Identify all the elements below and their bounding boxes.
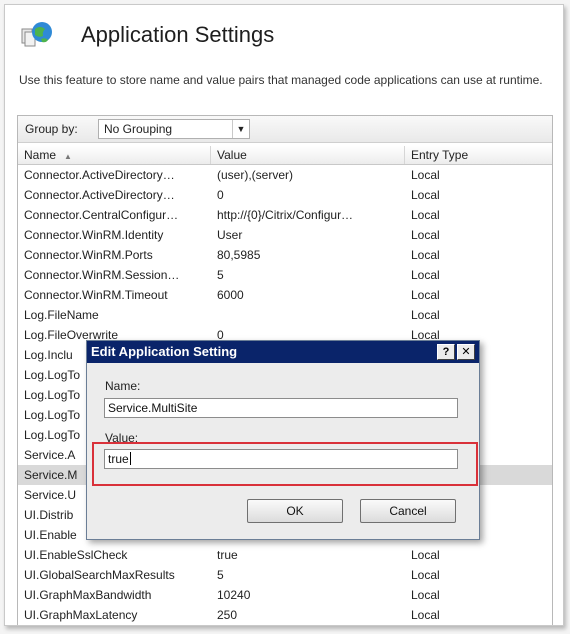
row-value-cell: 6000 <box>217 288 244 302</box>
page-description: Use this feature to store name and value… <box>19 73 543 87</box>
row-entry-type-cell: Local <box>411 168 440 182</box>
row-name-cell: Connector.WinRM.Timeout <box>24 288 168 302</box>
app-settings-icon <box>21 22 52 47</box>
row-entry-type-cell: Local <box>411 308 440 322</box>
row-entry-type-cell: Local <box>411 568 440 582</box>
table-row[interactable]: Connector.WinRM.Identity User Local <box>18 225 552 245</box>
row-name-cell: Connector.ActiveDirectory… <box>24 188 175 202</box>
table-row[interactable]: UI.GlobalSearchMaxResults 5 Local <box>18 565 552 585</box>
column-header-value[interactable]: Value <box>211 146 405 164</box>
table-row[interactable]: Connector.CentralConfigur… http://{0}/Cit… <box>18 205 552 225</box>
value-highlight-box <box>92 442 478 486</box>
table-row[interactable]: UI.GraphMaxLatency 250 Local <box>18 605 552 625</box>
table-row[interactable]: Connector.WinRM.Session… 5 Local <box>18 265 552 285</box>
help-button[interactable]: ? <box>437 344 455 360</box>
grid-header: Name ▲ Value Entry Type <box>18 146 552 165</box>
row-name-cell: Connector.WinRM.Session… <box>24 268 180 282</box>
row-value-cell: 10240 <box>217 588 251 602</box>
group-by-value: No Grouping <box>104 122 173 136</box>
close-button[interactable]: ✕ <box>457 344 475 360</box>
row-value-cell: 80,5985 <box>217 248 261 262</box>
name-label: Name: <box>105 379 141 393</box>
group-by-label: Group by: <box>25 122 78 136</box>
row-entry-type-cell: Local <box>411 268 440 282</box>
row-name-cell: Connector.CentralConfigur… <box>24 208 179 222</box>
row-value-cell: 5 <box>217 568 224 582</box>
cancel-button[interactable]: Cancel <box>360 499 456 523</box>
table-row[interactable]: Connector.ActiveDirectory… 0 Local <box>18 185 552 205</box>
row-value-cell: 0 <box>217 188 224 202</box>
row-name-cell: Connector.WinRM.Ports <box>24 248 153 262</box>
row-name-cell: UI.GlobalSearchMaxResults <box>24 568 175 582</box>
row-name-cell: Connector.ActiveDirectory… <box>24 168 175 182</box>
row-name-cell: UI.GraphMaxBandwidth <box>24 588 152 602</box>
row-entry-type-cell: Local <box>411 608 440 622</box>
column-header-name[interactable]: Name ▲ <box>18 146 211 164</box>
name-field[interactable]: Service.MultiSite <box>104 398 458 418</box>
dialog-title: Edit Application Setting <box>91 344 238 359</box>
row-value-cell: http://{0}/Citrix/Configur… <box>217 208 354 222</box>
table-row[interactable]: Log.FileName Local <box>18 305 552 325</box>
sort-ascending-icon: ▲ <box>64 152 72 161</box>
row-name-cell: UI.GraphMaxLatency <box>24 608 138 622</box>
row-name-cell: UI.EnableSslCheck <box>24 548 128 562</box>
row-value-cell <box>211 305 405 325</box>
row-entry-type-cell: Local <box>411 208 440 222</box>
column-header-name-label: Name <box>24 148 57 162</box>
table-row[interactable]: UI.GraphMaxBandwidth 10240 Local <box>18 585 552 605</box>
table-row[interactable]: UI.EnableSslCheck true Local <box>18 545 552 565</box>
column-header-entry-type[interactable]: Entry Type <box>405 146 552 164</box>
edit-setting-dialog: Edit Application Setting ? ✕ Name: Servi… <box>86 340 480 540</box>
group-by-dropdown[interactable]: No Grouping ▼ <box>98 119 250 139</box>
row-value-cell: 5 <box>217 268 224 282</box>
row-entry-type-cell: Local <box>411 188 440 202</box>
chevron-down-icon[interactable]: ▼ <box>232 120 249 138</box>
row-name-cell: Log.FileName <box>24 308 99 322</box>
row-value-cell: User <box>217 228 243 242</box>
table-row[interactable]: Connector.ActiveDirectory… (user),(server… <box>18 165 552 185</box>
row-value-cell: (user),(server) <box>217 168 294 182</box>
row-entry-type-cell: Local <box>411 548 440 562</box>
table-row[interactable]: Connector.WinRM.Ports 80,5985 Local <box>18 245 552 265</box>
page-title: Application Settings <box>81 22 275 47</box>
group-by-bar: Group by: No Grouping ▼ <box>18 116 552 143</box>
row-value-cell: 250 <box>217 608 238 622</box>
table-row[interactable]: Connector.WinRM.Timeout 6000 Local <box>18 285 552 305</box>
row-entry-type-cell: Local <box>411 228 440 242</box>
row-entry-type-cell: Local <box>411 588 440 602</box>
row-entry-type-cell: Local <box>411 248 440 262</box>
ok-button[interactable]: OK <box>247 499 343 523</box>
row-name-cell: Connector.WinRM.Identity <box>24 228 164 242</box>
row-value-cell: true <box>217 548 238 562</box>
row-entry-type-cell: Local <box>411 288 440 302</box>
dialog-titlebar[interactable]: Edit Application Setting ? ✕ <box>87 341 479 363</box>
